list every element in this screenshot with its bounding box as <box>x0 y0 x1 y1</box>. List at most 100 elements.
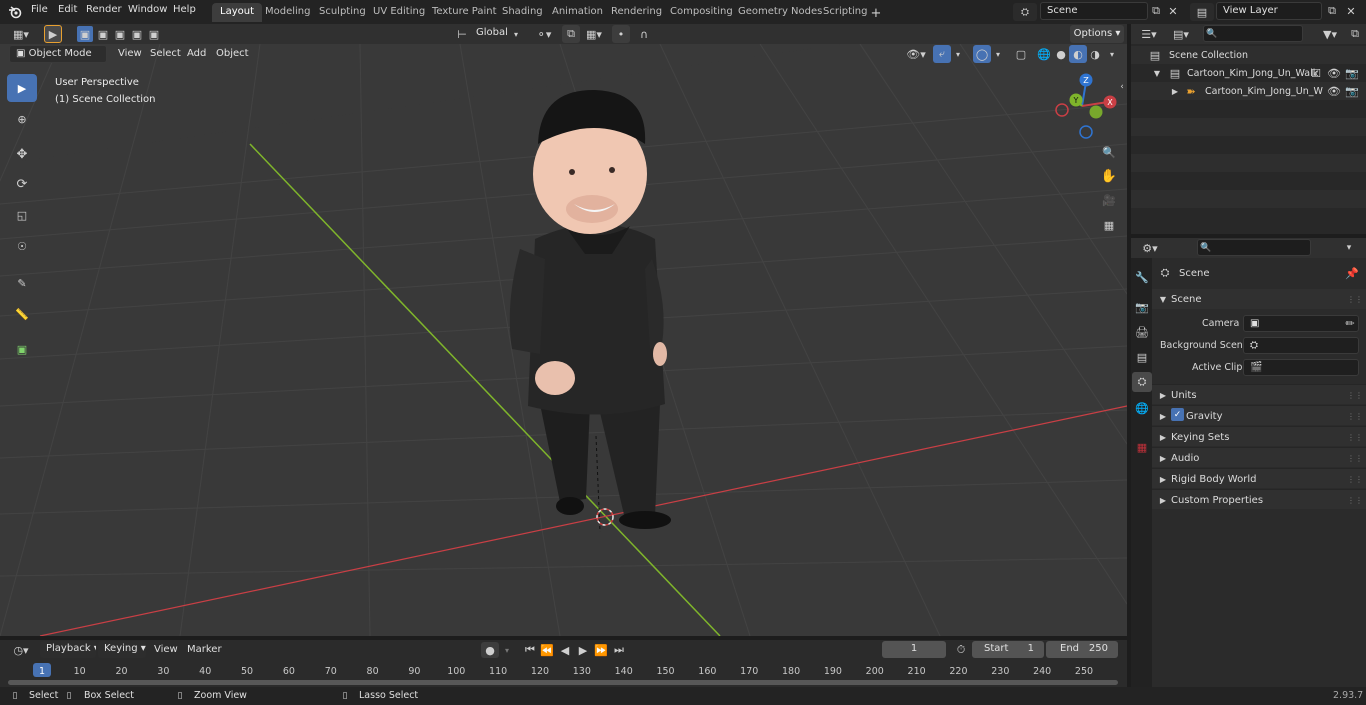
timeline-editor-type-icon[interactable]: ◷▾ <box>8 642 34 658</box>
pin-icon[interactable]: 📌 <box>1344 265 1360 281</box>
tab-layout[interactable]: Layout <box>212 3 262 22</box>
scene-panel-header[interactable]: ▼ Scene ⋮⋮ <box>1152 289 1366 309</box>
tool-measure[interactable]: 📏 <box>7 300 37 328</box>
camera-view-icon[interactable]: 🎥 <box>1098 189 1120 211</box>
outliner-row-scene-collection[interactable]: ▤ Scene Collection <box>1131 46 1366 64</box>
stopwatch-icon[interactable]: ⏱ <box>953 642 969 658</box>
drag-handle-icon[interactable]: ⋮⋮ <box>1347 291 1363 307</box>
scene-tab-icon[interactable]: ⛭ <box>1132 372 1152 392</box>
perspective-toggle-icon[interactable]: ▦ <box>1098 214 1120 236</box>
eye-icon[interactable]: 👁 <box>1326 65 1342 81</box>
end-frame-field[interactable]: End 250 <box>1046 641 1118 658</box>
zoom-icon[interactable]: 🔍 <box>1098 141 1120 163</box>
jump-end-icon[interactable]: ⏭ <box>611 642 627 658</box>
active-clip-field[interactable]: 🎬 <box>1243 359 1359 376</box>
camera-field[interactable]: ▣ <box>1243 315 1359 332</box>
gravity-checkbox[interactable]: ✓ <box>1171 408 1184 421</box>
options-button[interactable]: Options ▾ <box>1070 25 1124 43</box>
mode-difference-icon[interactable]: ▣ <box>129 26 145 42</box>
eye-icon[interactable]: 👁 <box>1326 83 1342 99</box>
display-mode-icon[interactable]: ▤▾ <box>1169 26 1193 42</box>
custom-properties-panel[interactable]: ▶ Custom Properties ⋮⋮ <box>1152 489 1366 509</box>
expand-arrow-icon[interactable]: ▼ <box>1151 65 1163 81</box>
tab-texture-paint[interactable]: Texture Paint <box>424 3 505 22</box>
units-panel[interactable]: ▶ Units ⋮⋮ <box>1152 384 1366 404</box>
scene-name-field[interactable]: Scene <box>1040 2 1148 20</box>
timeline-view-menu[interactable]: View <box>154 644 178 655</box>
drag-handle-icon[interactable]: ⋮⋮ <box>1347 408 1363 424</box>
drag-handle-icon[interactable]: ⋮⋮ <box>1347 492 1363 508</box>
tab-modeling[interactable]: Modeling <box>257 3 319 22</box>
outliner-editor-type-icon[interactable]: ☰▾ <box>1137 26 1161 42</box>
new-scene-icon[interactable]: ⧉ <box>1148 3 1164 19</box>
drag-handle-icon[interactable]: ⋮⋮ <box>1347 387 1363 403</box>
tool-add-cube[interactable]: ▣ <box>7 335 37 363</box>
snap-target-icon[interactable]: ▦▾ <box>582 26 606 42</box>
falloff-icon[interactable]: ∩ <box>632 26 656 42</box>
tool-scale[interactable]: ◱ <box>7 201 37 229</box>
camera-icon[interactable]: 📷 <box>1344 65 1360 81</box>
tool-transform[interactable]: ☉ <box>7 232 37 260</box>
view-layer-tab-icon[interactable]: ▤ <box>1133 348 1151 366</box>
menu-view[interactable]: View <box>118 48 142 59</box>
snap-toggle-icon[interactable]: ⧉ <box>562 25 580 43</box>
tool-select-box[interactable]: ▶ <box>7 74 37 102</box>
camera-icon[interactable]: 📷 <box>1344 83 1360 99</box>
overlays-dropdown-icon[interactable]: ▾ <box>992 46 1004 62</box>
tab-shading[interactable]: Shading <box>494 3 551 22</box>
tool-tab-icon[interactable]: 🔧 <box>1133 268 1151 286</box>
start-frame-field[interactable]: Start 1 <box>972 641 1044 658</box>
delete-scene-icon[interactable]: ✕ <box>1165 3 1181 19</box>
tab-animation[interactable]: Animation <box>544 3 611 22</box>
filter-icon[interactable]: ▼▾ <box>1317 26 1343 42</box>
visibility-filter-icon[interactable]: 👁▾ <box>903 46 929 62</box>
pivot-point-icon[interactable]: ⚬▾ <box>532 26 556 42</box>
drag-handle-icon[interactable]: ⋮⋮ <box>1347 429 1363 445</box>
rigid-body-world-panel[interactable]: ▶ Rigid Body World ⋮⋮ <box>1152 468 1366 488</box>
shading-wireframe-icon[interactable]: 🌐 <box>1035 45 1053 63</box>
3d-viewport[interactable]: User Perspective (1) Scene Collection Z … <box>0 44 1127 636</box>
scene-selector-icon[interactable]: ⛭ <box>1013 3 1037 21</box>
view-layer-selector-icon[interactable]: ▤ <box>1190 3 1214 21</box>
mode-intersect-icon[interactable]: ▣ <box>146 26 162 42</box>
tab-uv-editing[interactable]: UV Editing <box>365 3 433 22</box>
mode-extend-icon[interactable]: ▣ <box>95 26 111 42</box>
next-keyframe-icon[interactable]: ⏩ <box>593 642 609 658</box>
new-view-layer-icon[interactable]: ⧉ <box>1324 3 1340 19</box>
overlays-toggle-icon[interactable]: ◯ <box>973 45 991 63</box>
texture-tab-icon[interactable]: ▦ <box>1133 438 1151 456</box>
menu-file[interactable]: File <box>31 4 48 15</box>
background-scene-field[interactable]: ⛭ <box>1243 337 1359 354</box>
prev-keyframe-icon[interactable]: ⏪ <box>539 642 555 658</box>
expand-arrow-icon[interactable]: ▶ <box>1169 83 1181 99</box>
proportional-edit-icon[interactable]: • <box>612 25 630 43</box>
mode-new-icon[interactable]: ▣ <box>77 26 93 42</box>
menu-select[interactable]: Select <box>150 48 181 59</box>
outliner-row-collection[interactable]: ▼ ▤ Cartoon_Kim_Jong_Un_Walk ☑ 👁 📷 <box>1131 64 1366 82</box>
shading-rendered-icon[interactable]: ◑ <box>1086 45 1104 63</box>
gravity-panel[interactable]: ▶ ✓ Gravity ⋮⋮ <box>1152 405 1366 425</box>
menu-help[interactable]: Help <box>173 4 196 15</box>
tool-rotate[interactable]: ⟳ <box>7 170 37 198</box>
tool-annotate[interactable]: ✎ <box>7 269 37 297</box>
auto-keying-dropdown-icon[interactable]: ▾ <box>501 642 513 658</box>
keying-sets-panel[interactable]: ▶ Keying Sets ⋮⋮ <box>1152 426 1366 446</box>
auto-keying-icon[interactable]: ● <box>481 642 499 658</box>
timeline-scrollbar[interactable] <box>8 680 1118 685</box>
keying-menu[interactable]: Keying ▾ <box>98 641 146 658</box>
exclude-checkbox-icon[interactable]: ☑ <box>1309 65 1323 81</box>
tab-scripting[interactable]: Scripting <box>815 3 875 22</box>
navigation-gizmo[interactable]: Z X Y <box>1048 70 1124 142</box>
play-icon[interactable]: ▶ <box>575 642 591 658</box>
add-workspace-icon[interactable]: + <box>868 5 884 21</box>
menu-object[interactable]: Object <box>216 48 249 59</box>
pan-hand-icon[interactable]: ✋ <box>1098 165 1120 187</box>
drag-handle-icon[interactable]: ⋮⋮ <box>1347 450 1363 466</box>
menu-edit[interactable]: Edit <box>58 4 77 15</box>
drag-handle-icon[interactable]: ⋮⋮ <box>1347 471 1363 487</box>
delete-view-layer-icon[interactable]: ✕ <box>1343 3 1359 19</box>
shading-dropdown-icon[interactable]: ▾ <box>1106 46 1118 62</box>
new-collection-icon[interactable]: ⧉ <box>1347 26 1363 42</box>
gizmo-dropdown-icon[interactable]: ▾ <box>952 46 964 62</box>
output-tab-icon[interactable]: 🖨 <box>1133 323 1151 341</box>
